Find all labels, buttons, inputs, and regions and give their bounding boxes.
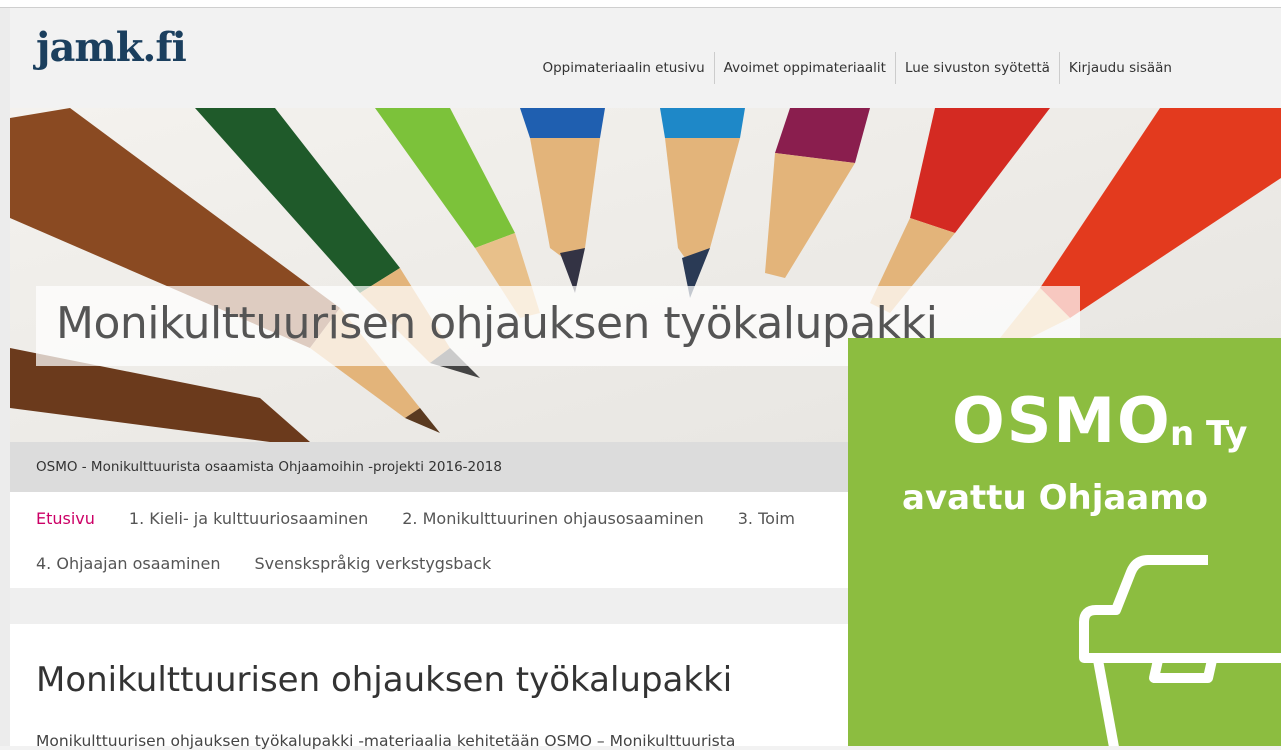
osmo-popup-overlay[interactable]: OSMO n Ty avattu Ohjaamo	[848, 338, 1281, 746]
top-nav-open-materials[interactable]: Avoimet oppimateriaalit	[713, 52, 895, 84]
top-navigation: Oppimateriaalin etusivu Avoimet oppimate…	[533, 52, 1181, 84]
nav-item-language-culture[interactable]: 1. Kieli- ja kulttuuriosaaminen	[129, 509, 368, 528]
osmo-brand: OSMO	[952, 384, 1172, 457]
hero-title: Monikulttuurisen ohjauksen työkalupakki	[56, 298, 938, 349]
nav-item-swedish[interactable]: Svenskspråkig verkstygsback	[255, 554, 492, 573]
popup-line1-suffix: n Ty	[1170, 414, 1248, 454]
nav-item-3[interactable]: 3. Toim	[738, 509, 795, 528]
main-nav-row-2: 4. Ohjaajan osaaminen Svenskspråkig verk…	[36, 554, 525, 573]
main-nav-row-1: Etusivu 1. Kieli- ja kulttuuriosaaminen …	[36, 509, 829, 528]
nav-item-multicultural-guidance[interactable]: 2. Monikulttuurinen ohjausosaaminen	[402, 509, 704, 528]
top-nav-feed[interactable]: Lue sivuston syötettä	[894, 52, 1059, 84]
page-left-edge	[0, 8, 10, 746]
nav-item-home[interactable]: Etusivu	[36, 509, 95, 528]
popup-line2: avattu Ohjaamo	[902, 478, 1209, 518]
intro-text: Monikulttuurisen ohjauksen työkalupakki …	[36, 732, 736, 750]
project-subtitle: OSMO - Monikulttuurista osaamista Ohjaam…	[36, 459, 502, 475]
top-nav-home[interactable]: Oppimateriaalin etusivu	[533, 52, 713, 84]
page-title: Monikulttuurisen ohjauksen työkalupakki	[36, 660, 733, 700]
site-header: jamk.fi Oppimateriaalin etusivu Avoimet …	[10, 8, 1281, 108]
top-nav-login[interactable]: Kirjaudu sisään	[1058, 52, 1181, 84]
nav-item-counselor-competence[interactable]: 4. Ohjaajan osaaminen	[36, 554, 221, 573]
jamk-logo[interactable]: jamk.fi	[36, 24, 187, 71]
